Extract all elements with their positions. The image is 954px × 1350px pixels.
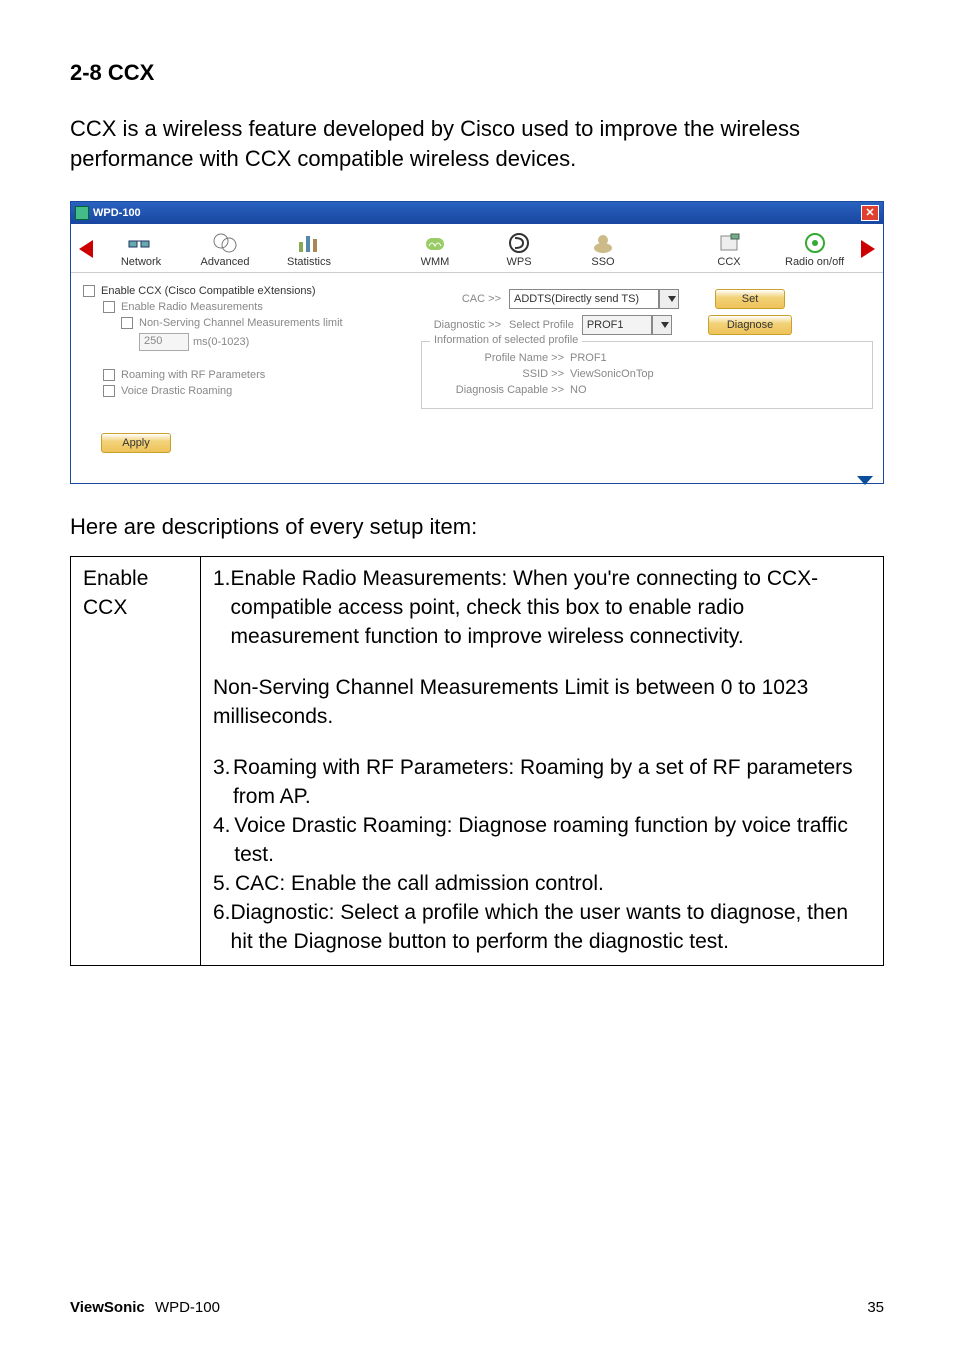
checkbox-icon[interactable] <box>103 369 115 381</box>
statistics-icon <box>295 230 323 256</box>
list-text: Enable Radio Measurements: When you're c… <box>231 565 871 652</box>
nav-label: CCX <box>717 256 740 268</box>
nav-wmm[interactable]: WMM <box>407 230 463 268</box>
list-num: 3. <box>213 754 233 812</box>
voice-drastic-label: Voice Drastic Roaming <box>121 385 232 397</box>
nav-sso[interactable]: SSO <box>575 230 631 268</box>
window-title: WPD-100 <box>93 207 141 219</box>
app-window: WPD-100 ✕ Network Advanced S <box>70 201 884 484</box>
roaming-rf-label: Roaming with RF Parameters <box>121 369 265 381</box>
list-num: 6. <box>213 899 231 957</box>
section-heading: 2-8 CCX <box>70 60 884 86</box>
footer-brand: ViewSonic <box>70 1299 145 1316</box>
profile-name-value: PROF1 <box>570 352 607 364</box>
list-text: CAC: Enable the call admission control. <box>235 870 604 899</box>
close-icon[interactable]: ✕ <box>861 205 879 221</box>
nav-label: Statistics <box>287 256 331 268</box>
checkbox-icon[interactable] <box>83 285 95 297</box>
ms-range-label: ms(0-1023) <box>193 336 249 348</box>
expand-down-icon[interactable] <box>857 476 873 485</box>
nav-radio[interactable]: Radio on/off <box>785 230 844 268</box>
nav-label: SSO <box>591 256 614 268</box>
apply-button[interactable]: Apply <box>101 433 171 453</box>
footer-page: 35 <box>867 1299 884 1316</box>
advanced-icon <box>211 230 239 256</box>
ccx-panel: Enable CCX (Cisco Compatible eXtensions)… <box>71 273 883 483</box>
roaming-rf-row[interactable]: Roaming with RF Parameters <box>103 369 381 381</box>
checkbox-icon[interactable] <box>103 301 115 313</box>
chevron-down-icon <box>661 322 669 328</box>
list-text: Diagnostic: Select a profile which the u… <box>231 899 871 957</box>
list-num: 1. <box>213 565 231 652</box>
nav-label: WMM <box>421 256 450 268</box>
ssid-value: ViewSonicOnTop <box>570 368 654 380</box>
wmm-icon <box>421 230 449 256</box>
titlebar: WPD-100 ✕ <box>71 202 883 224</box>
enable-ccx-row[interactable]: Enable CCX (Cisco Compatible eXtensions) <box>83 285 381 297</box>
nav-row: Network Advanced Statistics WMM <box>71 224 883 273</box>
para-text: Non-Serving Channel Measurements Limit i… <box>213 674 871 732</box>
fieldset-legend: Information of selected profile <box>430 334 582 346</box>
select-profile-label: Select Profile <box>509 319 574 331</box>
nav-network[interactable]: Network <box>113 230 169 268</box>
ssid-label: SSID >> <box>434 368 564 380</box>
list-num: 5. <box>213 870 235 899</box>
wps-icon <box>505 230 533 256</box>
diagnostic-label: Diagnostic >> <box>421 319 501 331</box>
checkbox-icon[interactable] <box>103 385 115 397</box>
voice-drastic-row[interactable]: Voice Drastic Roaming <box>103 385 381 397</box>
table-cell-label: Enable CCX <box>71 557 201 966</box>
nav-next-icon[interactable] <box>861 240 875 258</box>
list-text: Roaming with RF Parameters: Roaming by a… <box>233 754 871 812</box>
nav-label: Advanced <box>201 256 250 268</box>
profile-dropdown[interactable] <box>652 315 672 335</box>
nav-ccx[interactable]: CCX <box>701 230 757 268</box>
description-table: Enable CCX 1. Enable Radio Measurements:… <box>70 556 884 966</box>
nav-prev-icon[interactable] <box>79 240 93 258</box>
diagnose-button[interactable]: Diagnose <box>708 315 792 335</box>
network-icon <box>127 230 155 256</box>
nav-wps[interactable]: WPS <box>491 230 547 268</box>
ccx-icon <box>715 230 743 256</box>
list-num: 4. <box>213 812 234 870</box>
enable-radio-label: Enable Radio Measurements <box>121 301 263 313</box>
enable-ccx-label: Enable CCX (Cisco Compatible eXtensions) <box>101 285 316 297</box>
profile-name-label: Profile Name >> <box>434 352 564 364</box>
footer-model: WPD-100 <box>155 1299 220 1316</box>
enable-radio-row[interactable]: Enable Radio Measurements <box>103 301 381 313</box>
intro-text: CCX is a wireless feature developed by C… <box>70 114 884 173</box>
ms-input[interactable]: 250 <box>139 333 189 351</box>
nav-label: Network <box>121 256 161 268</box>
non-serving-row[interactable]: Non-Serving Channel Measurements limit <box>121 317 381 329</box>
nav-statistics[interactable]: Statistics <box>281 230 337 268</box>
chevron-down-icon <box>668 296 676 302</box>
profile-info-fieldset: Information of selected profile Profile … <box>421 341 873 409</box>
cac-dropdown[interactable] <box>659 289 679 309</box>
app-icon <box>75 206 89 220</box>
diag-capable-value: NO <box>570 384 587 396</box>
set-button[interactable]: Set <box>715 289 785 309</box>
nav-advanced[interactable]: Advanced <box>197 230 253 268</box>
profile-select[interactable]: PROF1 <box>582 315 652 335</box>
checkbox-icon[interactable] <box>121 317 133 329</box>
nav-label: WPS <box>506 256 531 268</box>
nav-label: Radio on/off <box>785 256 844 268</box>
non-serving-label: Non-Serving Channel Measurements limit <box>139 317 343 329</box>
cac-label: CAC >> <box>421 293 501 305</box>
radio-icon <box>801 230 829 256</box>
table-cell-content: 1. Enable Radio Measurements: When you'r… <box>201 557 884 966</box>
page-footer: ViewSonic WPD-100 35 <box>70 1299 884 1316</box>
list-text: Voice Drastic Roaming: Diagnose roaming … <box>234 812 871 870</box>
desc-intro: Here are descriptions of every setup ite… <box>70 514 884 540</box>
cac-value[interactable]: ADDTS(Directly send TS) <box>509 289 659 309</box>
diag-capable-label: Diagnosis Capable >> <box>434 384 564 396</box>
sso-icon <box>589 230 617 256</box>
